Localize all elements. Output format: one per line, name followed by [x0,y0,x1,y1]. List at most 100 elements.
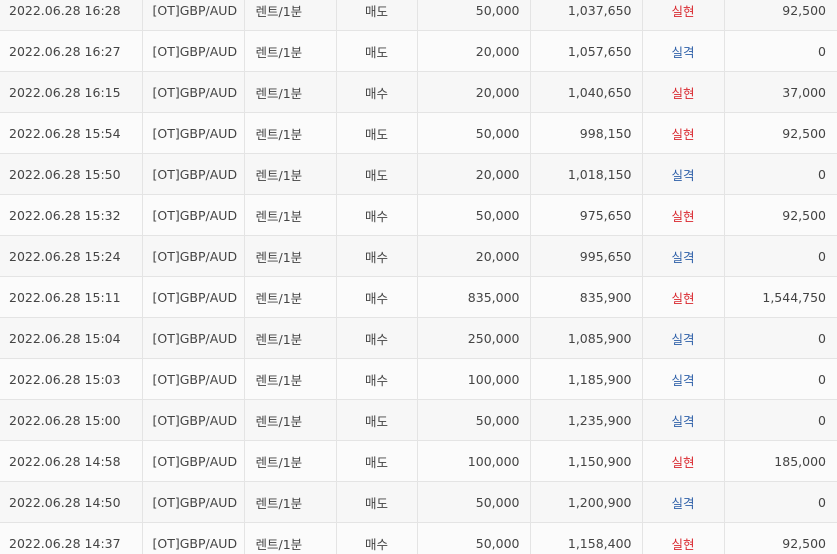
table-row: 2022.06.28 15:04 [OT]GBP/AUD 렌트/1분 매수 250,00… [0,317,837,359]
trade-result: 실격 [642,317,725,359]
trade-symbol: [OT]GBP/AUD [142,112,245,154]
trade-amount: 50,000 [417,399,531,441]
trade-symbol: [OT]GBP/AUD [142,153,245,195]
trade-time: 2022.06.28 15:24 [0,235,143,277]
trade-balance: 1,085,900 [530,317,643,359]
trade-balance: 1,150,900 [530,440,643,482]
trade-result: 실현 [642,0,725,31]
trade-symbol: [OT]GBP/AUD [142,317,245,359]
trade-amount: 100,000 [417,440,531,482]
trade-profit: 0 [724,235,837,277]
trade-side: 매도 [336,153,418,195]
trade-amount: 50,000 [417,522,531,554]
trade-type: 렌트/1분 [244,481,337,523]
trade-side: 매수 [336,194,418,236]
trade-symbol: [OT]GBP/AUD [142,0,245,31]
trade-side: 매도 [336,481,418,523]
trade-amount: 50,000 [417,0,531,31]
trade-profit: 185,000 [724,440,837,482]
table-row: 2022.06.28 16:28 [OT]GBP/AUD 렌트/1분 매도 50,000… [0,0,837,31]
trade-symbol: [OT]GBP/AUD [142,522,245,554]
trade-amount: 20,000 [417,71,531,113]
trade-amount: 20,000 [417,153,531,195]
trade-balance: 835,900 [530,276,643,318]
trade-balance: 1,185,900 [530,358,643,400]
table-row: 2022.06.28 14:37 [OT]GBP/AUD 렌트/1분 매수 50,000… [0,522,837,554]
trade-profit: 0 [724,358,837,400]
trade-time: 2022.06.28 15:03 [0,358,143,400]
trade-side: 매수 [336,522,418,554]
table-row: 2022.06.28 14:58 [OT]GBP/AUD 렌트/1분 매도 100,00… [0,440,837,482]
trade-amount: 20,000 [417,235,531,277]
trade-symbol: [OT]GBP/AUD [142,440,245,482]
trade-time: 2022.06.28 16:27 [0,30,143,72]
trade-amount: 100,000 [417,358,531,400]
trade-time: 2022.06.28 14:37 [0,522,143,554]
trade-type: 렌트/1분 [244,71,337,113]
table-row: 2022.06.28 16:15 [OT]GBP/AUD 렌트/1분 매수 20,000… [0,71,837,113]
trade-balance: 1,158,400 [530,522,643,554]
trade-profit: 92,500 [724,522,837,554]
trade-balance: 975,650 [530,194,643,236]
trade-symbol: [OT]GBP/AUD [142,235,245,277]
trade-time: 2022.06.28 15:11 [0,276,143,318]
trade-history-table: 2022.06.28 16:28 [OT]GBP/AUD 렌트/1분 매도 50,000… [0,0,837,554]
trade-side: 매수 [336,276,418,318]
trade-type: 렌트/1분 [244,522,337,554]
table-row: 2022.06.28 15:50 [OT]GBP/AUD 렌트/1분 매도 20,000… [0,153,837,195]
trade-amount: 50,000 [417,194,531,236]
trade-side: 매도 [336,0,418,31]
trade-symbol: [OT]GBP/AUD [142,399,245,441]
trade-result: 실격 [642,399,725,441]
trade-type: 렌트/1분 [244,235,337,277]
trade-result: 실현 [642,276,725,318]
trade-balance: 1,200,900 [530,481,643,523]
table-row: 2022.06.28 15:03 [OT]GBP/AUD 렌트/1분 매수 100,00… [0,358,837,400]
trade-type: 렌트/1분 [244,0,337,31]
table-row: 2022.06.28 15:32 [OT]GBP/AUD 렌트/1분 매수 50,000… [0,194,837,236]
trade-side: 매도 [336,399,418,441]
trade-time: 2022.06.28 15:50 [0,153,143,195]
trade-balance: 1,018,150 [530,153,643,195]
trade-result: 실현 [642,112,725,154]
trade-symbol: [OT]GBP/AUD [142,276,245,318]
table-row: 2022.06.28 15:00 [OT]GBP/AUD 렌트/1분 매도 50,000… [0,399,837,441]
trade-side: 매도 [336,112,418,154]
trade-profit: 0 [724,317,837,359]
trade-time: 2022.06.28 15:04 [0,317,143,359]
trade-result: 실격 [642,153,725,195]
trade-symbol: [OT]GBP/AUD [142,481,245,523]
table-row: 2022.06.28 15:11 [OT]GBP/AUD 렌트/1분 매수 835,00… [0,276,837,318]
trade-profit: 92,500 [724,0,837,31]
trade-type: 렌트/1분 [244,317,337,359]
trade-profit: 0 [724,481,837,523]
trade-time: 2022.06.28 16:28 [0,0,143,31]
trade-side: 매수 [336,235,418,277]
trade-time: 2022.06.28 14:50 [0,481,143,523]
trade-amount: 835,000 [417,276,531,318]
trade-balance: 1,037,650 [530,0,643,31]
trade-time: 2022.06.28 16:15 [0,71,143,113]
trade-side: 매수 [336,358,418,400]
trade-side: 매수 [336,317,418,359]
trade-result: 실격 [642,235,725,277]
table-row: 2022.06.28 15:54 [OT]GBP/AUD 렌트/1분 매도 50,000… [0,112,837,154]
trade-profit: 0 [724,153,837,195]
trade-amount: 50,000 [417,112,531,154]
trade-balance: 1,057,650 [530,30,643,72]
trade-result: 실격 [642,481,725,523]
trade-time: 2022.06.28 15:32 [0,194,143,236]
table-row: 2022.06.28 14:50 [OT]GBP/AUD 렌트/1분 매도 50,000… [0,481,837,523]
trade-rows: 2022.06.28 16:28 [OT]GBP/AUD 렌트/1분 매도 50,000… [0,0,837,554]
trade-symbol: [OT]GBP/AUD [142,358,245,400]
table-row: 2022.06.28 16:27 [OT]GBP/AUD 렌트/1분 매도 20,000… [0,30,837,72]
trade-result: 실현 [642,440,725,482]
trade-profit: 0 [724,30,837,72]
trade-balance: 1,040,650 [530,71,643,113]
trade-profit: 37,000 [724,71,837,113]
trade-time: 2022.06.28 15:54 [0,112,143,154]
trade-type: 렌트/1분 [244,194,337,236]
trade-result: 실현 [642,522,725,554]
trade-result: 실격 [642,30,725,72]
trade-type: 렌트/1분 [244,399,337,441]
